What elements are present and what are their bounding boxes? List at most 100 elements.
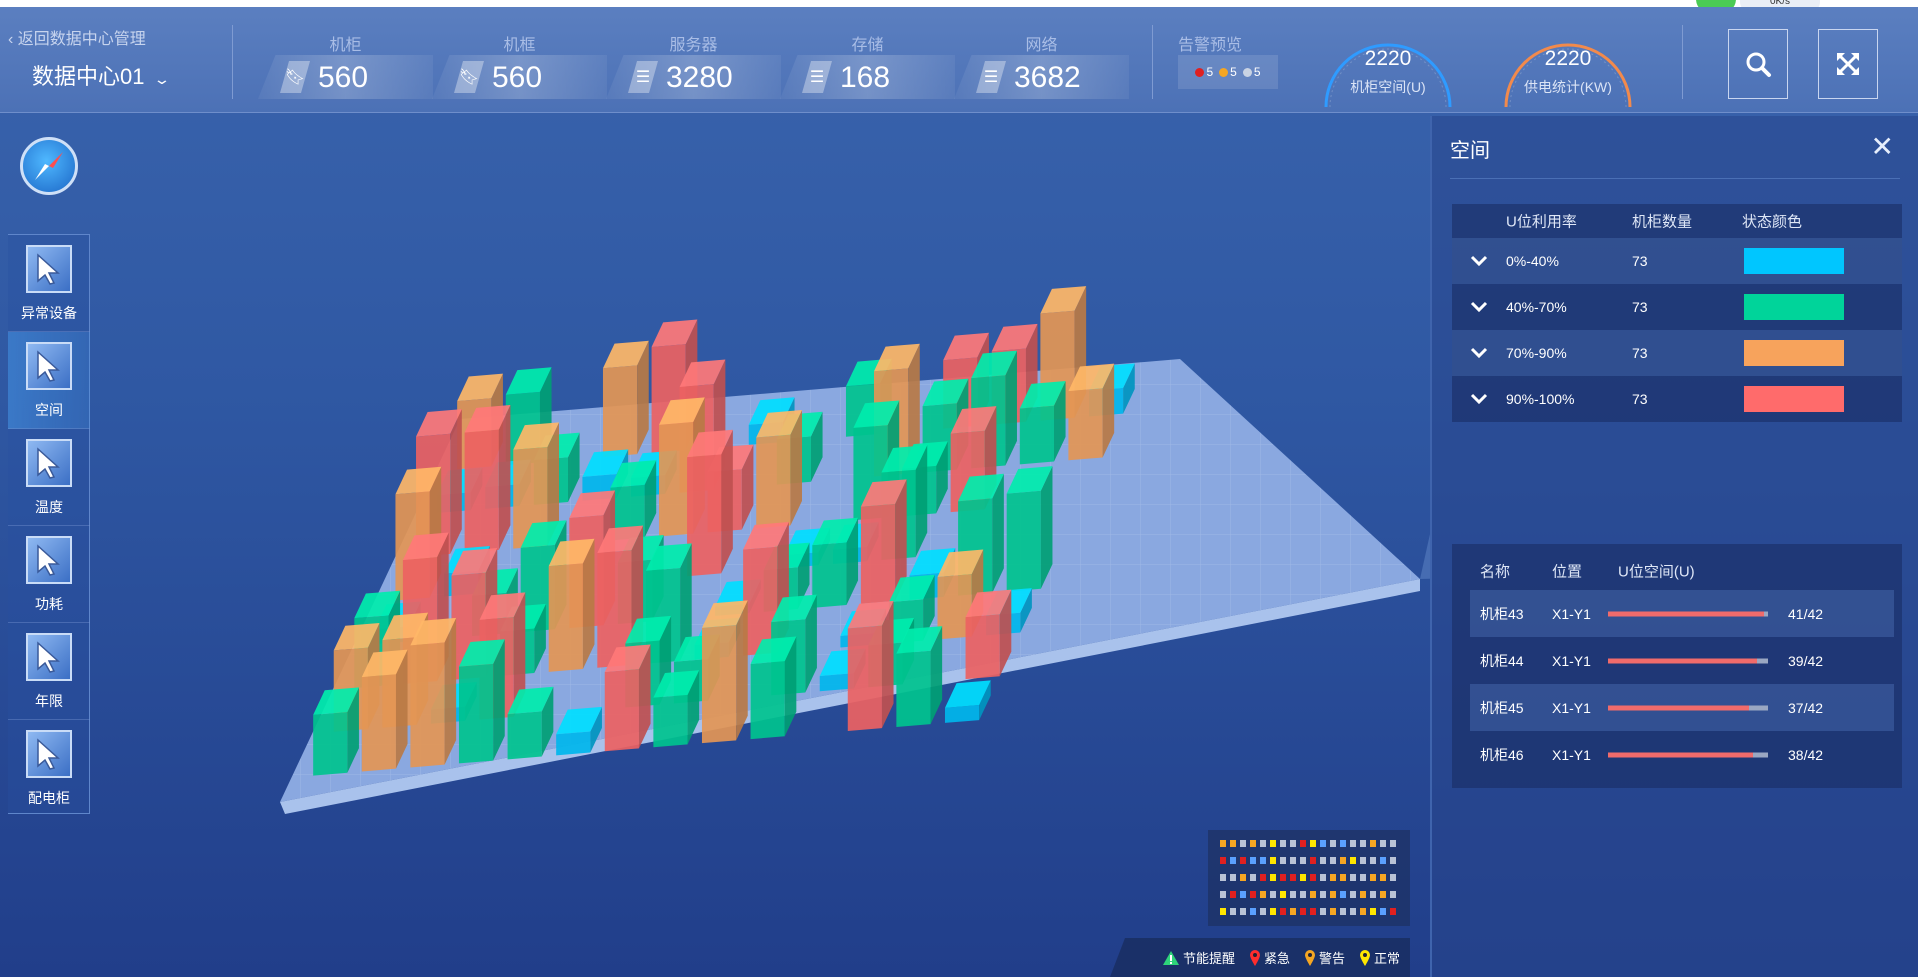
color-swatch (1744, 386, 1844, 412)
cabinet-name: 机柜44 (1480, 652, 1524, 669)
table-row[interactable]: 机柜46 X1-Y1 38/42 (1470, 731, 1894, 778)
minimap-cell (1220, 891, 1226, 898)
minimap-cell (1290, 908, 1296, 915)
table-row[interactable]: 70%-90% 73 (1452, 330, 1902, 376)
color-swatch (1744, 294, 1844, 320)
minimap-cell (1230, 857, 1236, 864)
minimap-cell (1350, 874, 1356, 881)
usage-bar (1608, 705, 1768, 710)
close-icon[interactable]: ✕ (1871, 130, 1894, 163)
rack-face (1019, 405, 1054, 465)
fullscreen-button[interactable] (1818, 29, 1878, 99)
minimap-cell (1390, 857, 1396, 864)
minimap-cell (1310, 874, 1316, 881)
cabinet-name: 机柜43 (1480, 605, 1524, 622)
minimap-cell (1300, 840, 1306, 847)
table-row[interactable]: 40%-70% 73 (1452, 284, 1902, 330)
status-legend: 节能提醒 紧急 警告 正常 (1110, 938, 1410, 977)
minimap-cell (1300, 874, 1306, 881)
stat-label: 机柜 (329, 37, 362, 54)
back-link[interactable]: ‹ 返回数据中心管理 (8, 25, 146, 49)
color-swatch (1744, 340, 1844, 366)
datacenter-name: 数据中心01 (32, 64, 145, 89)
table-row[interactable]: 90%-100% 73 (1452, 376, 1902, 422)
minimap-cell (1300, 908, 1306, 915)
minimap-cell (1310, 908, 1316, 915)
rack-face (847, 625, 882, 732)
minimap-cell (1220, 908, 1226, 915)
table-row[interactable]: 机柜43 X1-Y1 41/42 (1470, 590, 1894, 637)
minimap-cell (1250, 857, 1256, 864)
divider (1682, 25, 1683, 99)
minimap-cell (1380, 857, 1386, 864)
minimap-cell (1390, 908, 1396, 915)
minimap-cell (1220, 857, 1226, 864)
stat-label: 存储 (851, 37, 884, 54)
minimap-cell (1250, 908, 1256, 915)
alert-preview[interactable]: 5 5 5 (1178, 55, 1278, 89)
minimap-cell (1240, 840, 1246, 847)
minimap-cell (1240, 908, 1246, 915)
minimap-cell (1220, 874, 1226, 881)
stat-value: 3682 (1014, 61, 1081, 94)
header-position: 位置 (1552, 563, 1583, 581)
divider (1450, 178, 1900, 179)
minimap[interactable] (1208, 830, 1410, 926)
minimap-cell (1390, 874, 1396, 881)
minimap-cell (1360, 857, 1366, 864)
alert-preview-label: 告警预览 (1178, 37, 1243, 54)
table-row[interactable]: 0%-40% 73 (1452, 238, 1902, 284)
chevron-down-icon: ⌄ (153, 71, 172, 87)
usage-bar (1608, 658, 1768, 663)
table-row[interactable]: 机柜44 X1-Y1 39/42 (1470, 637, 1894, 684)
range: 70%-90% (1506, 345, 1567, 361)
minimap-cell (1230, 908, 1236, 915)
gauge-value: 2220 (1544, 47, 1592, 70)
minimap-cell (1350, 840, 1356, 847)
minimap-cell (1290, 874, 1296, 881)
minimap-cell (1380, 891, 1386, 898)
minimap-cell (1270, 857, 1276, 864)
search-button[interactable] (1728, 29, 1788, 99)
gauge-value: 2220 (1364, 47, 1412, 70)
cabinet-position: X1-Y1 (1552, 605, 1591, 622)
minimap-cell (1240, 857, 1246, 864)
rack-face (1006, 490, 1041, 592)
minimap-cell (1220, 840, 1226, 847)
rack-face (602, 365, 638, 458)
rack-face (444, 617, 457, 765)
range: 90%-100% (1506, 391, 1575, 407)
minimap-cell (1260, 874, 1266, 881)
stat-frame: 机框 🔖︎ 560 (432, 25, 607, 103)
datacenter-select[interactable]: 数据中心01 ⌄ (32, 59, 171, 91)
stat-storage: 存储 ☰ 168 (780, 25, 955, 103)
rack-face (556, 731, 591, 756)
alert-red: 5 (1195, 65, 1213, 79)
utilization-legend-table: U位利用率 机柜数量 状态颜色 0%-40% 73 40%-70% 73 70%… (1452, 204, 1902, 422)
minimap-cell (1340, 908, 1346, 915)
count: 73 (1632, 345, 1648, 361)
chevron-down-icon (1470, 393, 1488, 405)
usage-bar-fill (1608, 611, 1765, 616)
minimap-cell (1390, 891, 1396, 898)
minimap-cell (1260, 857, 1266, 864)
cabinet-detail-table: 名称 位置 U位空间(U) 机柜43 X1-Y1 41/42 机柜44 X1-Y… (1452, 544, 1902, 788)
minimap-cell (1320, 857, 1326, 864)
chevron-down-icon (1470, 347, 1488, 359)
minimap-cell (1330, 891, 1336, 898)
cabinet-name: 机柜46 (1480, 746, 1524, 763)
stat-network: 网络 ☰ 3682 (954, 25, 1129, 103)
count: 73 (1632, 253, 1648, 269)
usage-text: 41/42 (1788, 605, 1824, 622)
minimap-cell (1280, 857, 1286, 864)
divider (232, 25, 233, 99)
table-row[interactable]: 机柜45 X1-Y1 37/42 (1470, 684, 1894, 731)
header-name: 名称 (1480, 563, 1511, 581)
minimap-cell (1360, 874, 1366, 881)
minimap-cell (1330, 840, 1336, 847)
expand-icon (1837, 53, 1859, 75)
minimap-cell (1300, 857, 1306, 864)
rack-face (498, 404, 511, 550)
rack-face (361, 674, 396, 772)
gauge-label: 供电统计(KW) (1524, 79, 1612, 95)
